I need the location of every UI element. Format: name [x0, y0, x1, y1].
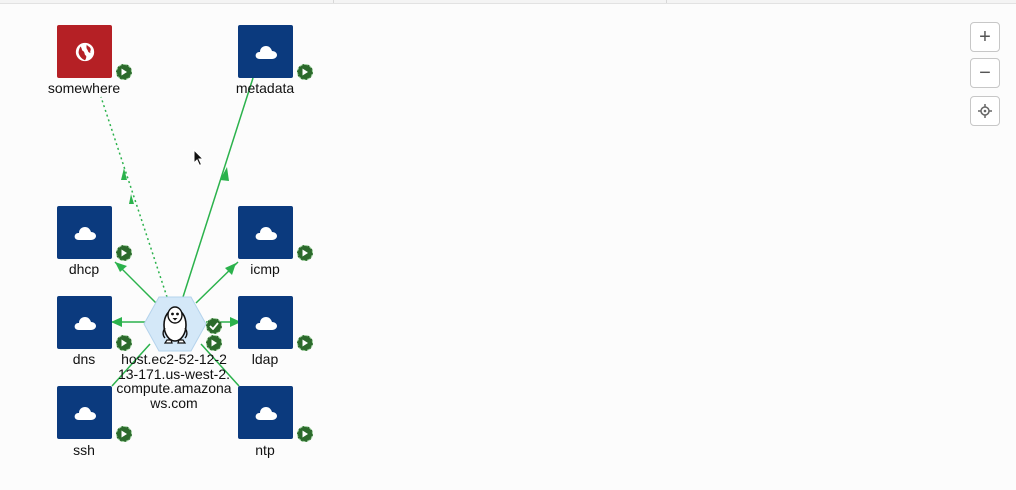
node-label-ssh: ssh [73, 442, 95, 458]
check-badge-icon[interactable] [206, 318, 222, 334]
cloud-icon [74, 406, 96, 420]
play-badge-icon[interactable] [206, 335, 222, 351]
node-icmp[interactable] [238, 206, 293, 259]
play-badge-icon[interactable] [116, 245, 132, 261]
edge-arrow-somewhere-2 [121, 168, 127, 180]
node-host[interactable] [143, 296, 207, 352]
node-label-ntp: ntp [255, 442, 275, 458]
play-badge-icon[interactable] [297, 245, 313, 261]
node-label-host: host.ec2-52-12-2 13-171.us-west-2. compu… [98, 352, 250, 410]
host-label-line: compute.amazona [116, 380, 232, 396]
cloud-icon [255, 316, 277, 330]
cloud-icon [74, 226, 96, 240]
zoom-out-button[interactable]: − [970, 58, 1000, 88]
host-label-line: 13-171.us-west-2. [117, 365, 231, 382]
node-ldap[interactable] [238, 296, 293, 349]
node-label-dhcp: dhcp [68, 261, 100, 277]
host-hexagon [143, 296, 207, 352]
node-dns[interactable] [57, 296, 112, 349]
node-label-icmp: icmp [250, 261, 280, 277]
crosshair-icon [978, 104, 992, 118]
cloud-icon [74, 316, 96, 330]
mouse-cursor-icon [193, 149, 205, 167]
play-badge-icon[interactable] [297, 426, 313, 442]
node-metadata[interactable] [238, 25, 293, 78]
play-badge-icon[interactable] [116, 64, 132, 80]
node-somewhere[interactable] [57, 25, 112, 78]
cloud-icon [255, 45, 277, 59]
cloud-icon [255, 226, 277, 240]
globe-icon [75, 42, 94, 61]
play-badge-icon[interactable] [297, 335, 313, 351]
host-label-line: host.ec2-52-12-2 [121, 351, 227, 367]
edge-arrow-dns [111, 317, 122, 327]
cloud-icon [255, 406, 277, 420]
play-badge-icon[interactable] [116, 335, 132, 351]
play-badge-icon[interactable] [297, 64, 313, 80]
topology-graph-canvas[interactable]: somewhere metadata dhcp icmp dns ldap ss… [0, 0, 1016, 490]
recenter-button[interactable] [970, 96, 1000, 126]
play-badge-icon[interactable] [116, 426, 132, 442]
zoom-in-button[interactable]: + [970, 22, 1000, 52]
node-dhcp[interactable] [57, 206, 112, 259]
host-label-line: ws.com [150, 394, 198, 411]
node-label-metadata: metadata [235, 80, 295, 96]
edges-layer [100, 77, 254, 387]
node-label-somewhere: somewhere [47, 80, 121, 96]
